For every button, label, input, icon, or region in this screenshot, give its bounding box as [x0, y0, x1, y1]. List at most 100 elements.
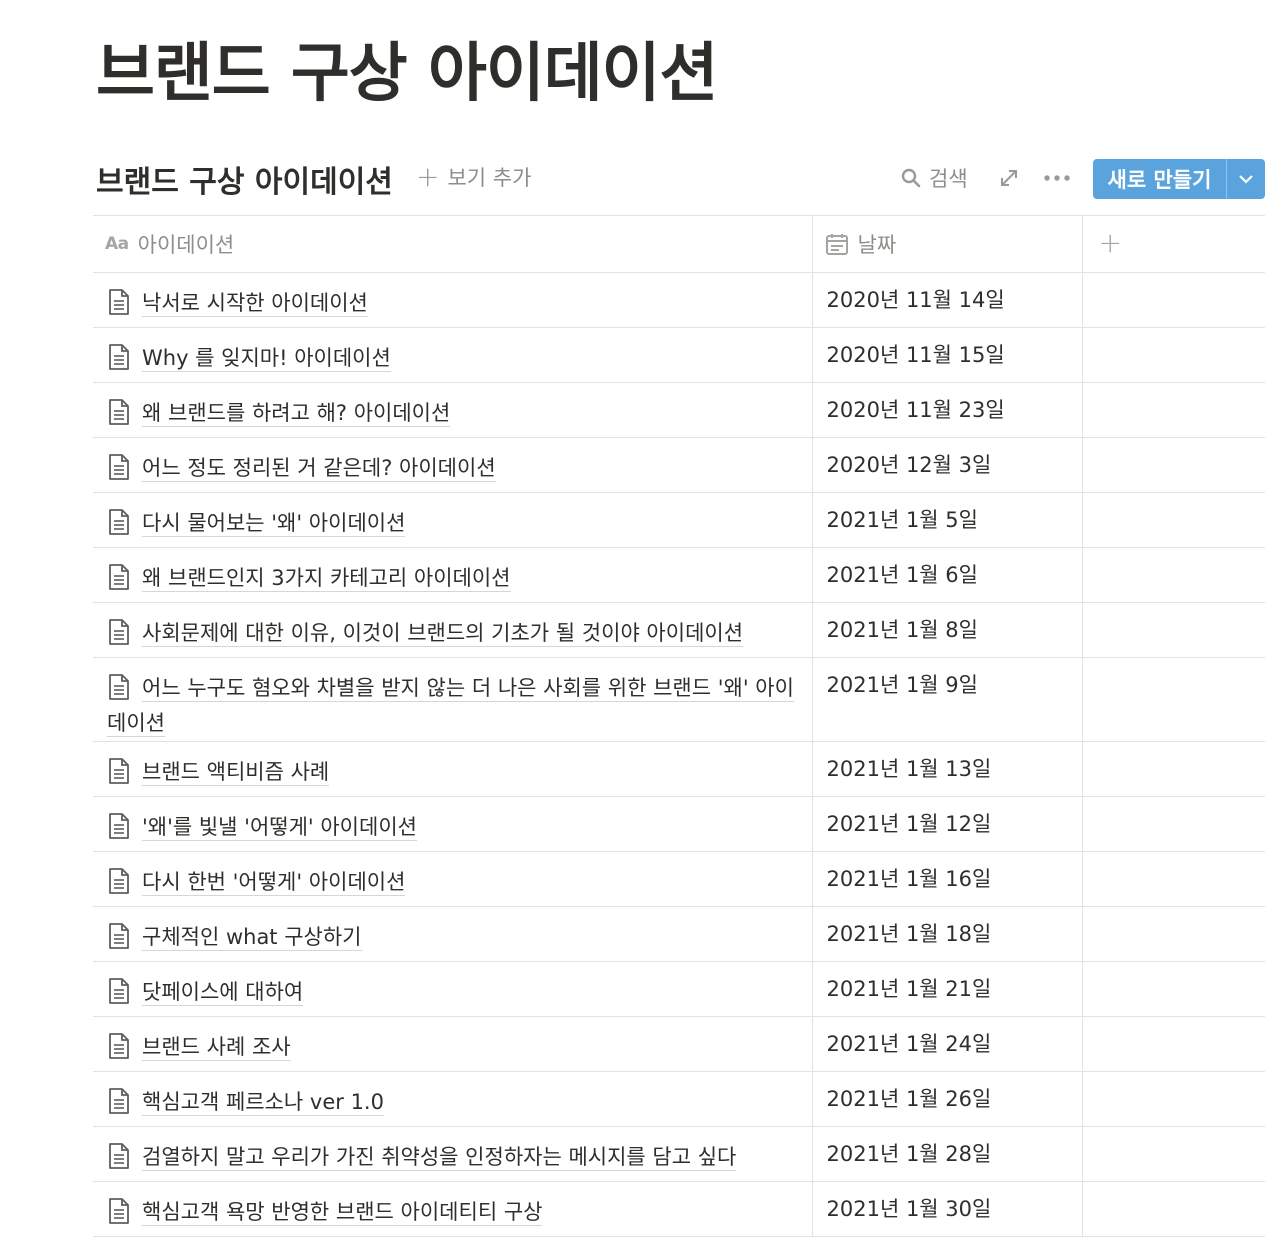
cell-name[interactable]: 핵심고객 페르소나 ver 1.0 — [93, 1071, 812, 1127]
new-page-button[interactable]: 새로 만들기 — [1093, 159, 1265, 199]
cell-name[interactable]: '왜'를 빛낼 '어떻게' 아이데이션 — [93, 796, 812, 852]
page-title-link[interactable]: 어느 누구도 혐오와 차별을 받지 않는 더 나은 사회를 위한 브랜드 '왜'… — [107, 676, 794, 737]
page-title-link[interactable]: 브랜드 사례 조사 — [142, 1035, 291, 1061]
cell-name[interactable]: 브랜드 사례 조사 — [93, 1016, 812, 1072]
cell-empty[interactable] — [1081, 1016, 1265, 1072]
cell-empty[interactable] — [1081, 602, 1265, 658]
search-button[interactable]: 검색 — [901, 163, 968, 193]
column-name-label: 아이데이션 — [137, 233, 235, 257]
table-row[interactable]: 낙서로 시작한 아이데이션 2020년 11월 14일 — [93, 272, 1265, 328]
table-row[interactable]: 다시 물어보는 '왜' 아이데이션 2021년 1월 5일 — [93, 492, 1265, 548]
cell-empty[interactable] — [1081, 547, 1265, 603]
page-title-link[interactable]: Why 를 잊지마! 아이데이션 — [142, 346, 391, 372]
table-row[interactable]: 왜 브랜드를 하려고 해? 아이데이션 2020년 11월 23일 — [93, 382, 1265, 438]
page-title-link[interactable]: 사회문제에 대한 이유, 이것이 브랜드의 기초가 될 것이야 아이데이션 — [142, 621, 744, 647]
cell-empty[interactable] — [1081, 382, 1265, 438]
table-row[interactable]: 브랜드 사례 조사 2021년 1월 24일 — [93, 1016, 1265, 1072]
page-title-link[interactable]: 검열하지 말고 우리가 가진 취약성을 인정하자는 메시지를 담고 싶다 — [142, 1145, 737, 1171]
page-icon — [109, 813, 129, 839]
cell-empty[interactable] — [1081, 492, 1265, 548]
cell-date[interactable]: 2020년 12월 3일 — [811, 437, 1082, 493]
cell-date[interactable]: 2021년 1월 12일 — [811, 796, 1082, 852]
cell-empty[interactable] — [1081, 1181, 1265, 1237]
table-row[interactable]: 핵심고객 욕망 반영한 브랜드 아이데티티 구상 2021년 1월 30일 — [93, 1181, 1265, 1237]
cell-date[interactable]: 2021년 1월 18일 — [811, 906, 1082, 962]
cell-empty[interactable] — [1081, 961, 1265, 1017]
table-row[interactable]: 핵심고객 페르소나 ver 1.0 2021년 1월 26일 — [93, 1071, 1265, 1127]
column-header-date[interactable]: 날짜 — [811, 215, 1082, 273]
cell-name[interactable]: Why 를 잊지마! 아이데이션 — [93, 327, 812, 383]
cell-empty[interactable] — [1081, 741, 1265, 797]
cell-date[interactable]: 2020년 11월 15일 — [811, 327, 1082, 383]
page-title-link[interactable]: 낙서로 시작한 아이데이션 — [142, 291, 368, 317]
cell-name[interactable]: 닷페이스에 대하여 — [93, 961, 812, 1017]
page-title-link[interactable]: 다시 한번 '어떻게' 아이데이션 — [142, 870, 406, 896]
new-button-dropdown[interactable] — [1227, 159, 1265, 199]
cell-name[interactable]: 왜 브랜드를 하려고 해? 아이데이션 — [93, 382, 812, 438]
cell-empty[interactable] — [1081, 657, 1265, 742]
cell-date[interactable]: 2021년 1월 16일 — [811, 851, 1082, 907]
table-row[interactable]: 구체적인 what 구상하기 2021년 1월 18일 — [93, 906, 1265, 962]
cell-name[interactable]: 검열하지 말고 우리가 가진 취약성을 인정하자는 메시지를 담고 싶다 — [93, 1126, 812, 1182]
cell-name[interactable]: 다시 물어보는 '왜' 아이데이션 — [93, 492, 812, 548]
cell-date[interactable]: 2020년 11월 23일 — [811, 382, 1082, 438]
cell-name[interactable]: 어느 누구도 혐오와 차별을 받지 않는 더 나은 사회를 위한 브랜드 '왜'… — [93, 657, 812, 742]
table-row[interactable]: 브랜드 액티비즘 사례 2021년 1월 13일 — [93, 741, 1265, 797]
cell-name[interactable]: 사회문제에 대한 이유, 이것이 브랜드의 기초가 될 것이야 아이데이션 — [93, 602, 812, 658]
database-title[interactable]: 브랜드 구상 아이데이션 — [96, 157, 393, 201]
page-title-link[interactable]: 핵심고객 페르소나 ver 1.0 — [142, 1090, 384, 1116]
table-row[interactable]: 사회문제에 대한 이유, 이것이 브랜드의 기초가 될 것이야 아이데이션 202… — [93, 602, 1265, 658]
page-title-link[interactable]: 구체적인 what 구상하기 — [142, 925, 362, 951]
column-header-name[interactable]: Aa 아이데이션 — [93, 215, 812, 273]
cell-name[interactable]: 구체적인 what 구상하기 — [93, 906, 812, 962]
cell-date[interactable]: 2021년 1월 6일 — [811, 547, 1082, 603]
cell-name[interactable]: 왜 브랜드인지 3가지 카테고리 아이데이션 — [93, 547, 812, 603]
more-options-icon[interactable] — [1043, 166, 1071, 190]
page-title-link[interactable]: 왜 브랜드를 하려고 해? 아이데이션 — [142, 401, 451, 427]
page-title-link[interactable]: 왜 브랜드인지 3가지 카테고리 아이데이션 — [142, 566, 511, 592]
cell-empty[interactable] — [1081, 437, 1265, 493]
page-title-link[interactable]: '왜'를 빛낼 '어떻게' 아이데이션 — [142, 815, 417, 841]
table-row[interactable]: 닷페이스에 대하여 2021년 1월 21일 — [93, 961, 1265, 1017]
cell-name[interactable]: 어느 정도 정리된 거 같은데? 아이데이션 — [93, 437, 812, 493]
cell-date[interactable]: 2021년 1월 13일 — [811, 741, 1082, 797]
table-row[interactable]: 어느 정도 정리된 거 같은데? 아이데이션 2020년 12월 3일 — [93, 437, 1265, 493]
cell-name[interactable]: 다시 한번 '어떻게' 아이데이션 — [93, 851, 812, 907]
table-row[interactable]: 어느 누구도 혐오와 차별을 받지 않는 더 나은 사회를 위한 브랜드 '왜'… — [93, 657, 1265, 742]
page-title-link[interactable]: 핵심고객 욕망 반영한 브랜드 아이데티티 구상 — [142, 1200, 543, 1226]
cell-empty[interactable] — [1081, 1071, 1265, 1127]
add-column-button[interactable]: + — [1081, 215, 1265, 273]
cell-name[interactable]: 낙서로 시작한 아이데이션 — [93, 272, 812, 328]
new-button-label[interactable]: 새로 만들기 — [1093, 159, 1227, 199]
table-row[interactable]: Why 를 잊지마! 아이데이션 2020년 11월 15일 — [93, 327, 1265, 383]
cell-empty[interactable] — [1081, 1126, 1265, 1182]
cell-empty[interactable] — [1081, 851, 1265, 907]
cell-empty[interactable] — [1081, 906, 1265, 962]
cell-date[interactable]: 2021년 1월 30일 — [811, 1181, 1082, 1237]
date-value: 2021년 1월 26일 — [826, 1087, 992, 1111]
cell-empty[interactable] — [1081, 272, 1265, 328]
expand-icon[interactable] — [999, 168, 1019, 188]
date-value: 2021년 1월 9일 — [826, 673, 978, 697]
add-view-button[interactable]: + 보기 추가 — [416, 162, 531, 192]
cell-date[interactable]: 2021년 1월 5일 — [811, 492, 1082, 548]
cell-name[interactable]: 핵심고객 욕망 반영한 브랜드 아이데티티 구상 — [93, 1181, 812, 1237]
cell-empty[interactable] — [1081, 796, 1265, 852]
cell-name[interactable]: 브랜드 액티비즘 사례 — [93, 741, 812, 797]
cell-date[interactable]: 2021년 1월 24일 — [811, 1016, 1082, 1072]
table-row[interactable]: 다시 한번 '어떻게' 아이데이션 2021년 1월 16일 — [93, 851, 1265, 907]
cell-date[interactable]: 2021년 1월 26일 — [811, 1071, 1082, 1127]
page-title-link[interactable]: 닷페이스에 대하여 — [142, 980, 304, 1006]
cell-date[interactable]: 2020년 11월 14일 — [811, 272, 1082, 328]
cell-date[interactable]: 2021년 1월 9일 — [811, 657, 1082, 742]
cell-date[interactable]: 2021년 1월 8일 — [811, 602, 1082, 658]
cell-empty[interactable] — [1081, 327, 1265, 383]
cell-date[interactable]: 2021년 1월 21일 — [811, 961, 1082, 1017]
cell-date[interactable]: 2021년 1월 28일 — [811, 1126, 1082, 1182]
table-row[interactable]: 왜 브랜드인지 3가지 카테고리 아이데이션 2021년 1월 6일 — [93, 547, 1265, 603]
table-row[interactable]: 검열하지 말고 우리가 가진 취약성을 인정하자는 메시지를 담고 싶다 2021… — [93, 1126, 1265, 1182]
page-title-link[interactable]: 다시 물어보는 '왜' 아이데이션 — [142, 511, 406, 537]
table-row[interactable]: '왜'를 빛낼 '어떻게' 아이데이션 2021년 1월 12일 — [93, 796, 1265, 852]
page-title-link[interactable]: 어느 정도 정리된 거 같은데? 아이데이션 — [142, 456, 496, 482]
page-title-link[interactable]: 브랜드 액티비즘 사례 — [142, 760, 330, 786]
